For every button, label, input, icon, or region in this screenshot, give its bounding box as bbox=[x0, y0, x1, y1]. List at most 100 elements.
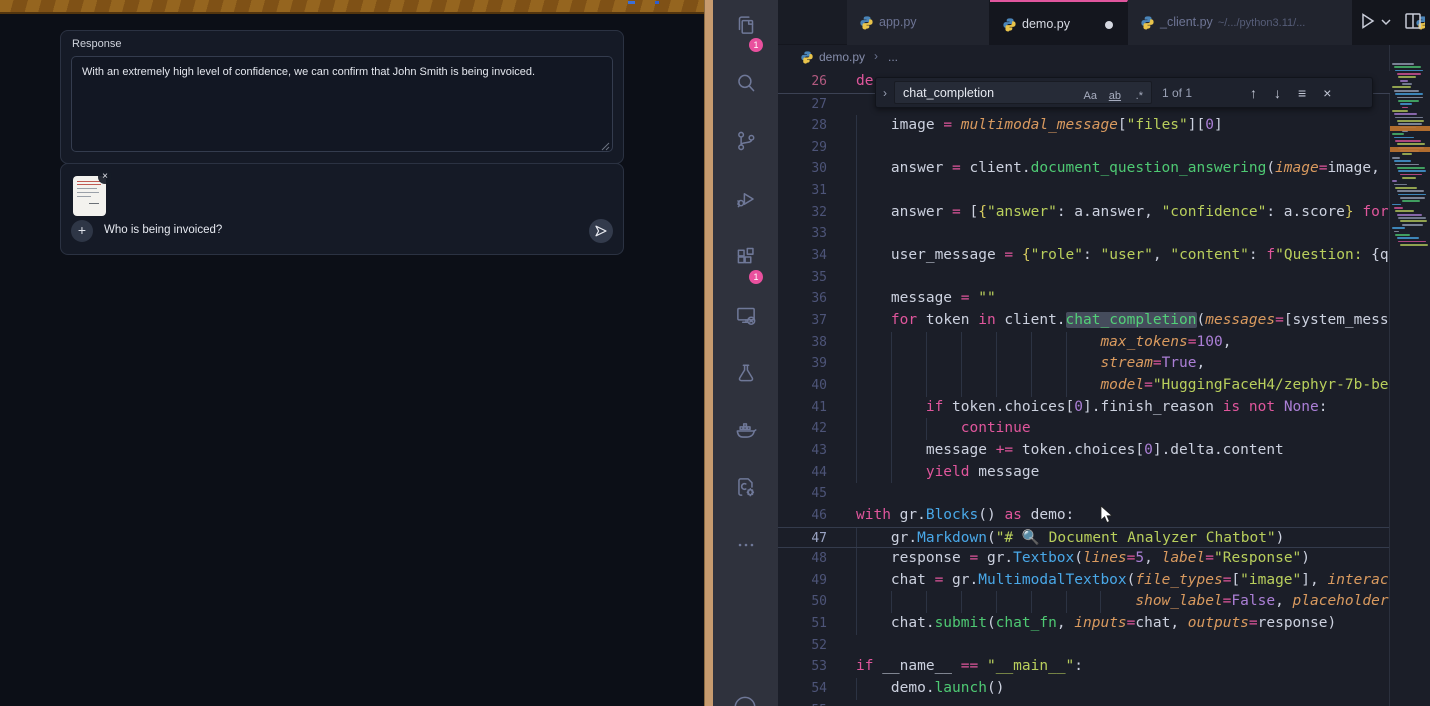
line-number: 41 bbox=[778, 397, 827, 419]
docker-icon[interactable] bbox=[713, 418, 778, 466]
code-editor[interactable]: 26de2728 image = multimodal_message["fil… bbox=[778, 71, 1390, 706]
breadcrumb-file[interactable]: demo.py bbox=[819, 50, 865, 64]
code-line[interactable]: 45 bbox=[778, 483, 1390, 505]
line-number: 26 bbox=[778, 71, 827, 93]
find-results-count: 1 of 1 bbox=[1162, 86, 1192, 100]
code-line[interactable]: 40 model="HuggingFaceH4/zephyr-7b-beta bbox=[778, 375, 1390, 397]
code-line[interactable]: 47 gr.Markdown("# 🔍 Document Analyzer Ch… bbox=[778, 527, 1390, 549]
line-number: 39 bbox=[778, 353, 827, 375]
code-line[interactable]: 48 response = gr.Textbox(lines=5, label=… bbox=[778, 548, 1390, 570]
send-arrow-icon bbox=[593, 223, 609, 239]
code-line[interactable]: 28 image = multimodal_message["files"][0… bbox=[778, 115, 1390, 137]
remove-attachment-button[interactable]: × bbox=[98, 170, 112, 184]
line-number: 36 bbox=[778, 288, 827, 310]
code-line[interactable]: 43 message += token.choices[0].delta.con… bbox=[778, 440, 1390, 462]
run-button[interactable] bbox=[1356, 10, 1378, 32]
editor-actions bbox=[1356, 10, 1426, 36]
code-line[interactable]: 52 bbox=[778, 635, 1390, 657]
code-line[interactable]: 29 bbox=[778, 137, 1390, 159]
code-line[interactable]: 32 answer = [{"answer": a.answer, "confi… bbox=[778, 202, 1390, 224]
chat-input-row: + Who is being invoiced? bbox=[61, 218, 623, 248]
code-line[interactable]: 35 bbox=[778, 267, 1390, 289]
explorer-badge: 1 bbox=[749, 38, 763, 52]
tab-demo-py[interactable]: demo.py bbox=[990, 0, 1128, 45]
code-line[interactable]: 50 show_label=False, placeholder= bbox=[778, 591, 1390, 613]
code-line[interactable]: 55 bbox=[778, 700, 1390, 706]
match-case-toggle[interactable]: Aa bbox=[1084, 85, 1097, 107]
chat-input-text[interactable]: Who is being invoiced? bbox=[104, 224, 222, 236]
code-line[interactable]: 41 if token.choices[0].finish_reason is … bbox=[778, 397, 1390, 419]
find-close-button[interactable]: × bbox=[1323, 85, 1331, 101]
line-number: 43 bbox=[778, 440, 827, 462]
whole-word-toggle[interactable]: ab bbox=[1109, 85, 1121, 107]
line-number: 45 bbox=[778, 483, 827, 505]
send-button[interactable] bbox=[589, 219, 613, 243]
response-textarea[interactable]: With an extremely high level of confiden… bbox=[71, 56, 613, 152]
background-window-titlebar bbox=[0, 0, 704, 14]
line-number: 49 bbox=[778, 570, 827, 592]
code-line[interactable]: 49 chat = gr.MultimodalTextbox(file_type… bbox=[778, 570, 1390, 592]
find-next-button[interactable]: ↓ bbox=[1274, 85, 1281, 101]
code-line[interactable]: 39 stream=True, bbox=[778, 353, 1390, 375]
code-line[interactable]: 31 bbox=[778, 180, 1390, 202]
code-line[interactable]: 51 chat.submit(chat_fn, inputs=chat, out… bbox=[778, 613, 1390, 635]
tab-bar: app.py demo.py _client.py~/.../python3.1… bbox=[778, 0, 1430, 45]
tab-app-py[interactable]: app.py bbox=[847, 0, 990, 45]
code-line[interactable]: 38 max_tokens=100, bbox=[778, 332, 1390, 354]
add-file-button[interactable]: + bbox=[71, 220, 93, 242]
modified-dot[interactable] bbox=[1105, 21, 1113, 29]
code-line[interactable]: 37 for token in client.chat_completion(m… bbox=[778, 310, 1390, 332]
python-file-icon bbox=[1140, 15, 1155, 30]
code-line[interactable]: 46with gr.Blocks() as demo: bbox=[778, 505, 1390, 527]
explorer-icon[interactable]: 1 bbox=[713, 12, 778, 60]
more-ellipsis-icon[interactable] bbox=[713, 532, 778, 580]
code-line[interactable]: 36 message = "" bbox=[778, 288, 1390, 310]
response-textbox-block: Response With an extremely high level of… bbox=[60, 30, 624, 164]
regex-toggle[interactable]: .* bbox=[1136, 85, 1143, 107]
line-number: 37 bbox=[778, 310, 827, 332]
run-dropdown-chevron-icon[interactable] bbox=[1380, 16, 1392, 28]
account-icon[interactable] bbox=[713, 692, 778, 706]
search-icon[interactable] bbox=[713, 70, 778, 118]
tab-label: app.py bbox=[879, 15, 917, 29]
source-control-icon[interactable] bbox=[713, 128, 778, 176]
code-line[interactable]: 53if __name__ == "__main__": bbox=[778, 656, 1390, 678]
line-number: 48 bbox=[778, 548, 827, 570]
line-number: 55 bbox=[778, 700, 827, 706]
task-file-gear-icon[interactable] bbox=[713, 474, 778, 522]
run-debug-icon[interactable] bbox=[713, 186, 778, 234]
python-file-icon bbox=[859, 15, 874, 30]
breadcrumb-tail[interactable]: ... bbox=[888, 50, 898, 64]
line-number: 31 bbox=[778, 180, 827, 202]
line-number: 38 bbox=[778, 332, 827, 354]
testing-flask-icon[interactable] bbox=[713, 360, 778, 408]
code-line[interactable]: 34 user_message = {"role": "user", "cont… bbox=[778, 245, 1390, 267]
line-number: 34 bbox=[778, 245, 827, 267]
extensions-badge: 1 bbox=[749, 270, 763, 284]
titlebar-artifact bbox=[628, 1, 635, 4]
extensions-icon[interactable]: 1 bbox=[713, 244, 778, 292]
code-line[interactable]: 44 yield message bbox=[778, 462, 1390, 484]
line-number: 27 bbox=[778, 94, 827, 116]
find-in-selection-button[interactable]: ≡ bbox=[1298, 85, 1306, 101]
remote-explorer-icon[interactable] bbox=[713, 302, 778, 350]
line-number: 42 bbox=[778, 418, 827, 440]
find-previous-button[interactable]: ↑ bbox=[1250, 85, 1257, 101]
tab-label: demo.py bbox=[1022, 17, 1070, 31]
tab-description: ~/.../python3.11/... bbox=[1218, 17, 1306, 29]
line-number: 51 bbox=[778, 613, 827, 635]
code-line[interactable]: 42 continue bbox=[778, 418, 1390, 440]
find-input[interactable]: chat_completion Aa ab .* bbox=[894, 81, 1152, 104]
minimap[interactable] bbox=[1389, 45, 1430, 706]
code-line[interactable]: 30 answer = client.document_question_ans… bbox=[778, 158, 1390, 180]
line-number: 29 bbox=[778, 137, 827, 159]
line-number: 53 bbox=[778, 656, 827, 678]
breadcrumb[interactable]: demo.py › ... bbox=[778, 45, 1430, 71]
breadcrumb-separator: › bbox=[874, 49, 878, 63]
code-line[interactable]: 33 bbox=[778, 223, 1390, 245]
code-line[interactable]: 54 demo.launch() bbox=[778, 678, 1390, 700]
toggle-replace-chevron-icon[interactable]: › bbox=[876, 86, 894, 100]
line-number: 50 bbox=[778, 591, 827, 613]
split-editor-icon[interactable] bbox=[1402, 10, 1424, 32]
resize-handle-icon[interactable] bbox=[601, 142, 610, 151]
